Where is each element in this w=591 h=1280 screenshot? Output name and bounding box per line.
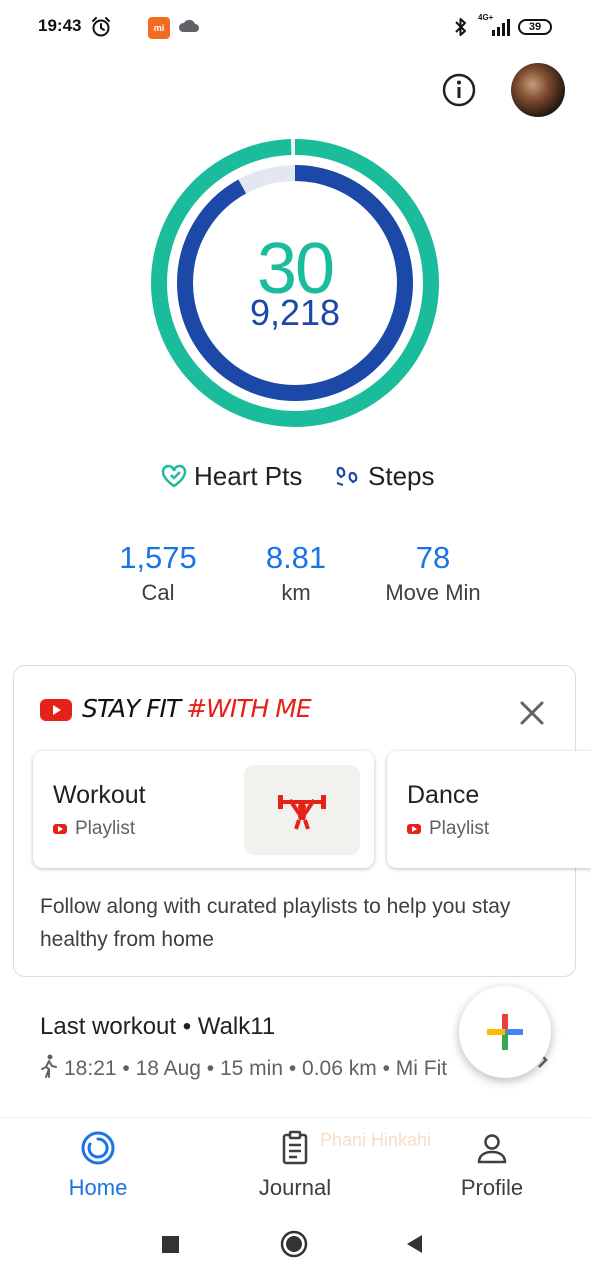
weightlifting-icon	[278, 795, 326, 830]
signal-icon	[492, 19, 510, 36]
youtube-mini-icon	[407, 824, 421, 834]
steps-label: Steps	[368, 460, 435, 491]
journal-icon	[282, 1130, 308, 1165]
stay-fit-description: Follow along with curated playlists to h…	[40, 895, 511, 951]
plus-icon	[487, 1014, 523, 1050]
playlist-subtitle: Playlist	[407, 818, 489, 840]
stat-label: Cal	[141, 580, 175, 605]
steps-value: 9,218	[249, 292, 341, 333]
last-workout-meta: 18:21 • 18 Aug • 15 min • 0.06 km • Mi F…	[40, 1053, 460, 1085]
stat-value: 78	[415, 540, 451, 575]
nav-journal[interactable]: Journal	[235, 1130, 355, 1201]
info-icon[interactable]	[441, 72, 477, 108]
nav-home-label: Home	[68, 1175, 128, 1200]
playlist-title: Workout	[53, 781, 146, 809]
steps-legend: Steps	[334, 458, 435, 494]
avatar[interactable]	[511, 63, 565, 117]
alarm-icon	[92, 17, 110, 37]
stay-fit-title: STAY FIT #WITH ME	[82, 694, 312, 723]
mi-app-icon: mi	[148, 17, 170, 39]
stat-calories: 1,575 Cal	[98, 540, 218, 606]
nav-profile[interactable]: Profile	[432, 1130, 552, 1201]
nav-journal-label: Journal	[258, 1175, 332, 1200]
youtube-mini-icon	[53, 824, 67, 834]
last-workout-title[interactable]: Last workout • Walk11	[40, 1013, 275, 1041]
heart-pts-label: Heart Pts	[194, 460, 303, 491]
playlist-title: Dance	[407, 781, 480, 809]
workout-thumbnail	[244, 765, 360, 855]
playlist-subtitle-label: Playlist	[75, 818, 136, 839]
close-icon[interactable]	[514, 695, 550, 731]
stat-move-min: 78 Move Min	[363, 540, 503, 606]
playlist-subtitle-label: Playlist	[429, 818, 490, 839]
stat-value: 1,575	[119, 540, 197, 575]
dance-playlist-card[interactable]: Dance Playlist	[387, 751, 591, 868]
nav-home[interactable]: Home	[38, 1130, 158, 1201]
stat-label: Move Min	[385, 580, 481, 605]
add-fab-button[interactable]	[459, 986, 551, 1078]
stay-fit-title-part1: STAY FIT	[82, 694, 181, 723]
home-icon	[81, 1131, 115, 1165]
bluetooth-icon	[455, 18, 466, 36]
profile-icon	[477, 1134, 507, 1164]
playlist-subtitle: Playlist	[53, 818, 146, 840]
back-icon[interactable]	[404, 1233, 424, 1255]
last-workout-details: 18:21 • 18 Aug • 15 min • 0.06 km • Mi F…	[64, 1057, 448, 1080]
stat-distance: 8.81 km	[236, 540, 356, 606]
nav-profile-label: Profile	[460, 1175, 524, 1200]
heart-pts-legend: Heart Pts	[160, 458, 302, 494]
stay-fit-title-part2: #WITH ME	[186, 694, 311, 723]
walking-icon	[41, 1054, 57, 1078]
cloud-icon	[178, 19, 199, 32]
battery-indicator: 39	[518, 19, 552, 35]
stat-value: 8.81	[265, 540, 327, 575]
recents-icon[interactable]	[162, 1236, 179, 1253]
home-system-icon[interactable]	[280, 1230, 308, 1258]
steps-icon	[336, 466, 358, 487]
youtube-icon	[40, 699, 72, 721]
status-time: 19:43	[38, 16, 82, 35]
stat-label: km	[281, 580, 311, 605]
heart-icon	[161, 464, 187, 488]
